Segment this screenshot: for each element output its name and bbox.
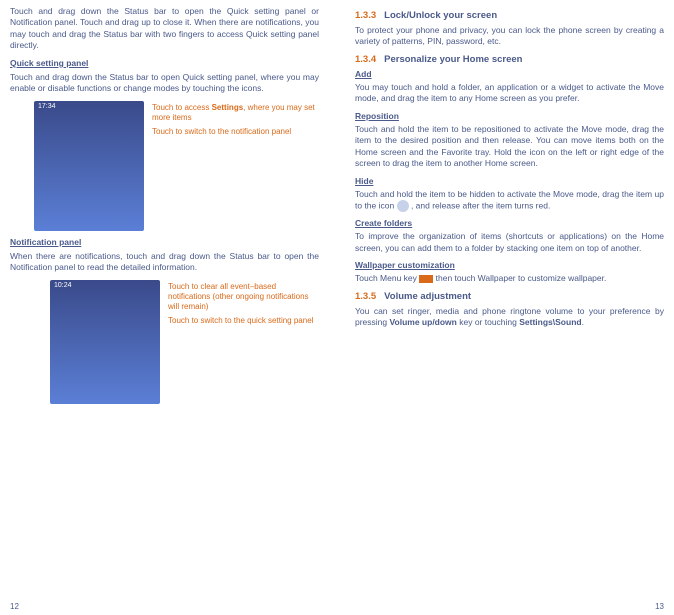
wallpaper-text-b: then touch Wallpaper to customize wallpa… [433, 273, 606, 283]
wallpaper-text-a: Touch Menu key [355, 273, 419, 283]
heading-1-3-5: 1.3.5 Volume adjustment [355, 291, 664, 302]
folders-title: Create folders [355, 218, 664, 228]
notification-panel-body: When there are notifications, touch and … [10, 251, 319, 274]
callouts-notif: Touch to clear all event–based notificat… [168, 280, 319, 404]
callout-switch-quick: Touch to switch to the quick setting pan… [168, 316, 319, 326]
phone-screenshot-quick: 17:34 [34, 101, 144, 231]
phone-time: 10:24 [50, 280, 160, 291]
callout-switch-notif: Touch to switch to the notification pane… [152, 127, 319, 137]
vol-text-b: Volume up/down [390, 317, 457, 327]
add-body: You may touch and hold a folder, an appl… [355, 82, 664, 105]
page-number-left: 12 [10, 602, 19, 611]
volume-body: You can set ringer, media and phone ring… [355, 306, 664, 329]
heading-1-3-4: 1.3.4 Personalize your Home screen [355, 54, 664, 65]
callout-text: Touch to access [152, 103, 212, 112]
wallpaper-body: Touch Menu key then touch Wallpaper to c… [355, 273, 664, 284]
callout-settings: Touch to access Settings, where you may … [152, 103, 319, 123]
heading-number: 1.3.5 [355, 291, 376, 302]
heading-number: 1.3.3 [355, 10, 376, 21]
quick-setting-body: Touch and drag down the Status bar to op… [10, 72, 319, 95]
heading-text: Personalize your Home screen [384, 54, 522, 65]
intro-paragraph: Touch and drag down the Status bar to op… [10, 6, 319, 52]
vol-text-e: . [582, 317, 584, 327]
reposition-title: Reposition [355, 111, 664, 121]
hide-title: Hide [355, 176, 664, 186]
notification-panel-title: Notification panel [10, 237, 319, 247]
vol-text-d: Settings\Sound [519, 317, 581, 327]
lock-unlock-body: To protect your phone and privacy, you c… [355, 25, 664, 48]
callout-strong: Settings [212, 103, 244, 112]
folders-body: To improve the organization of items (sh… [355, 231, 664, 254]
page-right: 1.3.3 Lock/Unlock your screen To protect… [337, 0, 674, 615]
heading-1-3-3: 1.3.3 Lock/Unlock your screen [355, 10, 664, 21]
page-left: Touch and drag down the Status bar to op… [0, 0, 337, 615]
menu-key-icon [419, 275, 433, 283]
hide-text-b: , and release after the item turns red. [409, 200, 551, 210]
wallpaper-title: Wallpaper customization [355, 260, 664, 270]
quick-setting-title: Quick setting panel [10, 58, 319, 68]
heading-number: 1.3.4 [355, 54, 376, 65]
notification-figure: 10:24 Touch to clear all event–based not… [50, 280, 319, 404]
hide-icon [397, 200, 409, 212]
callouts-quick: Touch to access Settings, where you may … [152, 101, 319, 231]
vol-text-c: key or touching [457, 317, 519, 327]
reposition-body: Touch and hold the item to be reposition… [355, 124, 664, 170]
phone-time: 17:34 [34, 101, 144, 112]
page-number-right: 13 [655, 602, 664, 611]
heading-text: Lock/Unlock your screen [384, 10, 497, 21]
heading-text: Volume adjustment [384, 291, 471, 302]
callout-clear: Touch to clear all event–based notificat… [168, 282, 319, 312]
add-title: Add [355, 69, 664, 79]
quick-setting-figure: 17:34 Touch to access Settings, where yo… [34, 101, 319, 231]
phone-screenshot-notif: 10:24 [50, 280, 160, 404]
hide-body: Touch and hold the item to be hidden to … [355, 189, 664, 212]
